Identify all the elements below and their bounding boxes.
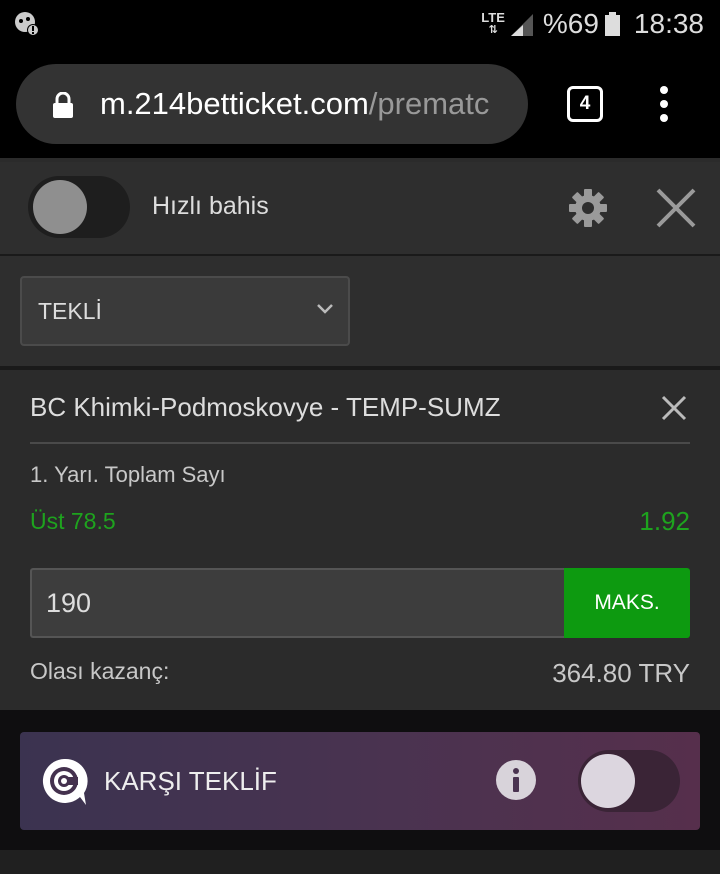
counter-offer-label: KARŞI TEKLİF [104,766,277,796]
bet-card: BC Khimki-Podmoskovye - TEMP-SUMZ 1. Yar… [0,372,720,710]
signal-icon [510,14,533,36]
address-bar[interactable]: m.214betticket.com/prematc [16,64,528,144]
market-name: 1. Yarı. Toplam Sayı [30,462,226,487]
url-text[interactable]: m.214betticket.com/prematc [100,84,520,124]
remove-bet-icon[interactable] [660,394,688,422]
max-stake-button[interactable]: MAKS. [564,568,690,638]
gear-icon[interactable] [568,188,608,228]
quick-bet-label: Hızlı bahis [152,192,269,220]
potential-win-label: Olası kazanç: [30,658,170,684]
url-host: m.214betticket.com [100,86,369,121]
quick-bet-row: Hızlı bahis [0,162,720,256]
battery-icon [604,12,620,36]
quick-bet-toggle[interactable] [28,176,130,238]
url-path: /prematc [368,86,490,121]
battery-percent: %69 [542,8,599,39]
clock: 18:38 [633,8,704,39]
notification-icon [15,12,39,36]
tab-switcher-button[interactable]: 4 [567,86,603,122]
close-icon[interactable] [654,186,698,230]
bet-type-value: TEKLİ [38,298,102,324]
bottom-strip [0,850,720,874]
counter-offer-bar: KARŞI TEKLİF [20,732,700,830]
counter-offer-logo-icon [42,758,88,805]
bet-type-row: TEKLİ [0,256,720,370]
odds-value: 1.92 [639,506,690,536]
match-title: BC Khimki-Podmoskovye - TEMP-SUMZ [30,392,501,422]
counter-offer-toggle[interactable] [578,750,680,812]
bet-type-select[interactable]: TEKLİ [20,276,350,346]
selection-name: Üst 78.5 [30,508,116,534]
stake-field[interactable] [30,568,564,638]
info-icon[interactable] [496,760,536,800]
stake-input[interactable] [46,588,526,619]
potential-win-value: 364.80 TRY [552,658,690,688]
network-type: LTE ⇅ [481,10,505,36]
browser-toolbar: m.214betticket.com/prematc 4 [0,48,720,158]
lock-icon [53,92,73,118]
status-bar: LTE ⇅ %69 18:38 [0,0,720,48]
more-options-icon[interactable] [656,86,672,126]
chevron-down-icon [317,304,333,314]
divider [30,442,690,444]
